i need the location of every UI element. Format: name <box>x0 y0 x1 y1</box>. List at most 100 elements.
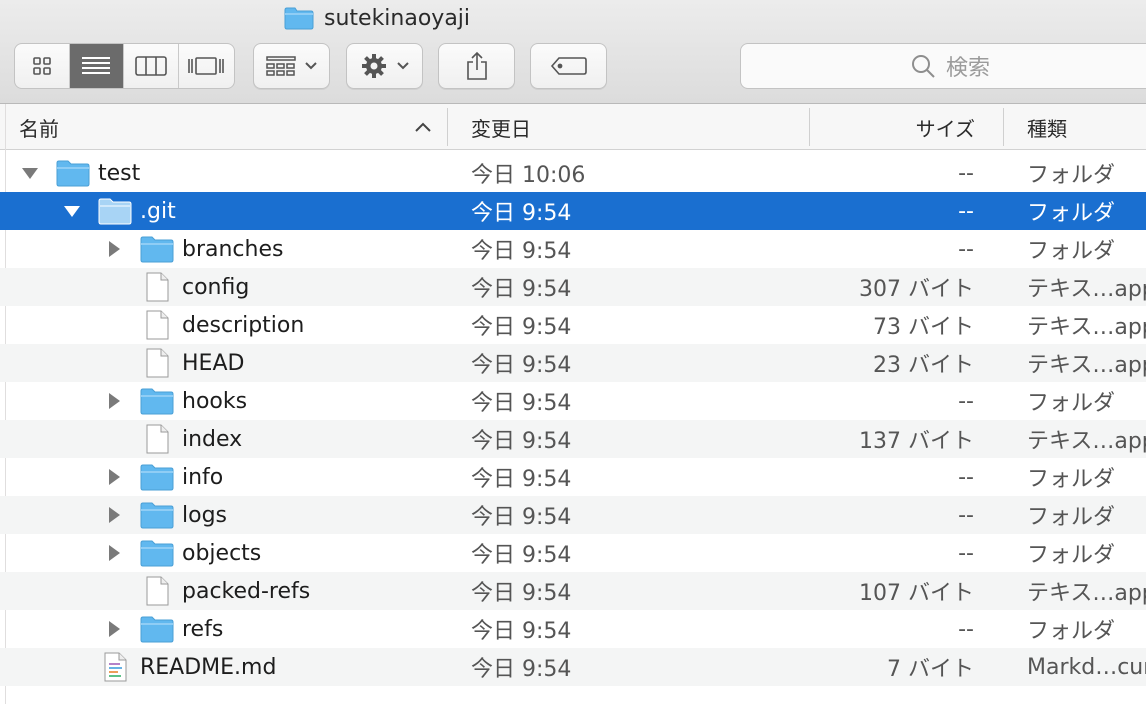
date-modified: 今日 9:54 <box>471 239 572 264</box>
file-kind: テキス…app <box>1027 277 1146 302</box>
list-item[interactable]: description 今日 9:54 73 バイト テキス…app <box>0 306 1146 344</box>
file-size: -- <box>958 236 974 262</box>
list-view-button[interactable] <box>69 44 124 88</box>
search-field[interactable]: 検索 <box>740 43 1146 89</box>
folder-icon <box>140 615 174 643</box>
list-item[interactable]: branches 今日 9:54 -- フォルダ <box>0 230 1146 268</box>
sort-ascending-icon[interactable] <box>414 121 432 133</box>
list-item[interactable]: packed-refs 今日 9:54 107 バイト テキス…app <box>0 572 1146 610</box>
file-name: index <box>182 426 243 452</box>
share-icon <box>466 51 487 80</box>
file-name: test <box>98 160 141 186</box>
column-header-date[interactable]: 変更日 <box>471 104 531 150</box>
file-kind: テキス…app <box>1027 353 1146 378</box>
file-size: -- <box>958 160 974 186</box>
file-name: packed-refs <box>182 578 311 604</box>
arrange-button[interactable] <box>253 43 330 89</box>
file-kind: テキス…app <box>1027 429 1146 454</box>
file-size: 107 バイト <box>859 581 974 606</box>
folder-icon <box>284 7 314 30</box>
file-kind: フォルダ <box>1027 201 1116 226</box>
file-size: -- <box>958 616 974 642</box>
chevron-down-icon <box>396 62 409 70</box>
list-item[interactable]: HEAD 今日 9:54 23 バイト テキス…app <box>0 344 1146 382</box>
date-modified: 今日 9:54 <box>471 543 572 568</box>
list-item[interactable]: config 今日 9:54 307 バイト テキス…app <box>0 268 1146 306</box>
column-header-kind[interactable]: 種類 <box>1027 104 1067 150</box>
disclosure-open-icon[interactable] <box>62 201 82 221</box>
file-kind: Markd…cur <box>1027 654 1146 680</box>
list-item[interactable]: README.md 今日 9:54 7 バイト Markd…cur <box>0 648 1146 686</box>
file-kind: フォルダ <box>1027 163 1116 188</box>
folder-icon <box>140 463 174 491</box>
list-item[interactable]: refs 今日 9:54 -- フォルダ <box>0 610 1146 648</box>
list-item[interactable]: objects 今日 9:54 -- フォルダ <box>0 534 1146 572</box>
file-kind: フォルダ <box>1027 239 1116 264</box>
document-icon <box>140 348 174 378</box>
column-header-date-label: 変更日 <box>471 116 531 141</box>
folder-icon <box>140 387 174 415</box>
folder-icon <box>56 159 90 187</box>
column-view-button[interactable] <box>124 44 179 88</box>
view-mode-control[interactable] <box>14 43 235 89</box>
file-size: -- <box>958 464 974 490</box>
date-modified: 今日 10:06 <box>471 163 586 188</box>
icon-view-button[interactable] <box>15 44 70 88</box>
arrange-grid-icon <box>265 56 296 76</box>
column-header-name[interactable]: 名前 <box>19 104 59 150</box>
column-divider[interactable] <box>809 108 810 146</box>
window-title: sutekinaoyaji <box>284 4 470 32</box>
disclosure-open-icon[interactable] <box>20 163 40 183</box>
list-icon <box>82 57 111 74</box>
file-name: info <box>182 464 224 490</box>
markdown-document-icon <box>98 652 132 682</box>
disclosure-closed-icon[interactable] <box>104 619 124 639</box>
file-name: logs <box>182 502 227 528</box>
date-modified: 今日 9:54 <box>471 353 572 378</box>
disclosure-closed-icon[interactable] <box>104 505 124 525</box>
date-modified: 今日 9:54 <box>471 277 572 302</box>
disclosure-closed-icon[interactable] <box>104 391 124 411</box>
column-header: 名前 変更日 サイズ 種類 <box>0 104 1146 150</box>
column-divider[interactable] <box>1003 108 1004 146</box>
file-name: README.md <box>140 654 277 680</box>
file-name: hooks <box>182 388 248 414</box>
file-kind: テキス…app <box>1027 315 1146 340</box>
tags-button[interactable] <box>530 43 607 89</box>
chevron-down-icon <box>304 62 317 70</box>
window-title-text: sutekinaoyaji <box>324 5 471 31</box>
document-icon <box>140 424 174 454</box>
file-size: 23 バイト <box>873 353 974 378</box>
gear-icon <box>361 54 386 78</box>
list-item[interactable]: test 今日 10:06 -- フォルダ <box>0 154 1146 192</box>
date-modified: 今日 9:54 <box>471 657 572 682</box>
cover-flow-view-button[interactable] <box>179 44 234 88</box>
list-item-selected[interactable]: .git 今日 9:54 -- フォルダ <box>0 192 1146 230</box>
file-list: test 今日 10:06 -- フォルダ .git 今日 9:54 -- フォ… <box>0 154 1146 686</box>
folder-icon <box>140 539 174 567</box>
share-button[interactable] <box>438 43 515 89</box>
file-size: 73 バイト <box>873 315 974 340</box>
file-name: objects <box>182 540 262 566</box>
search-icon <box>911 55 935 78</box>
disclosure-closed-icon[interactable] <box>104 543 124 563</box>
list-item[interactable]: logs 今日 9:54 -- フォルダ <box>0 496 1146 534</box>
column-header-size[interactable]: サイズ <box>916 104 975 150</box>
action-button[interactable] <box>346 43 423 89</box>
file-kind: フォルダ <box>1027 505 1116 530</box>
document-icon <box>140 272 174 302</box>
date-modified: 今日 9:54 <box>471 201 572 226</box>
date-modified: 今日 9:54 <box>471 619 572 644</box>
date-modified: 今日 9:54 <box>471 505 572 530</box>
columns-icon <box>134 56 167 76</box>
list-item[interactable]: info 今日 9:54 -- フォルダ <box>0 458 1146 496</box>
disclosure-closed-icon[interactable] <box>104 467 124 487</box>
disclosure-closed-icon[interactable] <box>104 239 124 259</box>
list-item[interactable]: index 今日 9:54 137 バイト テキス…app <box>0 420 1146 458</box>
column-divider[interactable] <box>447 108 448 146</box>
date-modified: 今日 9:54 <box>471 429 572 454</box>
folder-icon <box>140 501 174 529</box>
list-item[interactable]: hooks 今日 9:54 -- フォルダ <box>0 382 1146 420</box>
file-name: description <box>182 312 305 338</box>
column-header-name-label: 名前 <box>19 116 59 141</box>
